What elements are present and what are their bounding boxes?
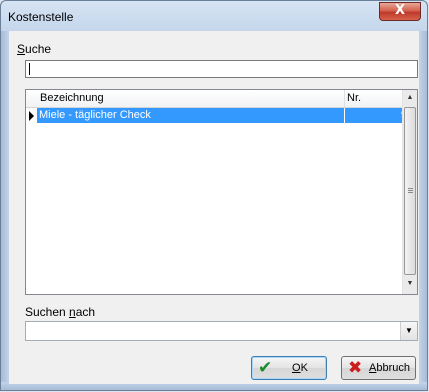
- title-bar[interactable]: Kostenstelle X: [1, 1, 427, 31]
- search-input[interactable]: [25, 60, 418, 78]
- cell-nr[interactable]: 9: [345, 108, 409, 123]
- scroll-down-icon[interactable]: ▼: [403, 276, 417, 292]
- check-icon: ✔: [258, 358, 273, 378]
- row-indicator: [26, 108, 36, 123]
- search-by-label: Suchen nach: [25, 305, 96, 319]
- close-button[interactable]: X: [379, 2, 421, 21]
- column-header-bezeichnung[interactable]: Bezeichnung: [40, 92, 104, 104]
- cancel-button-label: Abbruch: [369, 362, 410, 374]
- window-frame-right: [419, 31, 427, 390]
- ok-button-label: OK: [292, 362, 308, 374]
- grip-line: [408, 192, 413, 193]
- current-row-arrow-icon: [29, 111, 34, 121]
- cancel-button[interactable]: ✖ Abbruch: [341, 356, 416, 380]
- grid-header: Bezeichnung Nr.: [26, 90, 410, 108]
- column-header-nr[interactable]: Nr.: [347, 92, 361, 104]
- dropdown-arrow-icon[interactable]: ▼: [400, 322, 417, 340]
- results-grid[interactable]: Bezeichnung Nr. Miele - täglicher Check …: [25, 89, 418, 295]
- cell-bezeichnung[interactable]: Miele - täglicher Check: [37, 108, 344, 123]
- search-label: Suche: [17, 42, 52, 56]
- ok-button[interactable]: ✔ OK: [251, 356, 327, 380]
- search-by-select[interactable]: ▼: [25, 321, 418, 341]
- column-separator[interactable]: [344, 90, 345, 107]
- close-icon: X: [394, 3, 406, 18]
- grip-line: [408, 190, 413, 191]
- x-icon: ✖: [348, 358, 363, 378]
- dialog-window: Kostenstelle X Suche Bezeichnung Nr. Mie…: [0, 0, 428, 391]
- grip-line: [408, 188, 413, 189]
- window-title: Kostenstelle: [8, 10, 74, 24]
- text-caret: [29, 63, 30, 75]
- vertical-scrollbar[interactable]: ▲ ▼: [402, 90, 417, 294]
- scrollbar-thumb[interactable]: [404, 107, 416, 275]
- scroll-up-icon[interactable]: ▲: [403, 90, 417, 106]
- table-row[interactable]: Miele - täglicher Check 9: [26, 108, 410, 123]
- window-frame-left: [1, 31, 9, 390]
